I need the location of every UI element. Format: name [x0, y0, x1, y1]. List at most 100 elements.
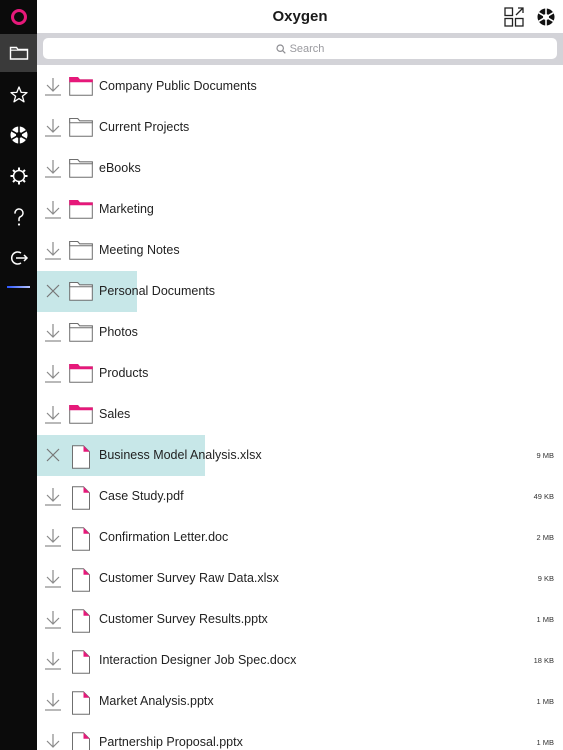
close-icon [46, 448, 60, 462]
file-size: 2 MB [536, 533, 554, 542]
folder-glyph [69, 241, 93, 260]
search-icon [275, 43, 286, 54]
file-size: 1 MB [536, 738, 554, 747]
file-row[interactable]: Customer Survey Raw Data.xlsx 9 KB [37, 558, 563, 599]
close-icon [46, 284, 60, 298]
download-arrow-icon [45, 611, 61, 629]
folder-row[interactable]: Company Public Documents [37, 66, 563, 107]
item-name: Personal Documents [99, 284, 216, 298]
item-name: Case Study.pdf [99, 489, 184, 503]
folder-row[interactable]: Personal Documents [37, 271, 563, 312]
file-row[interactable]: Partnership Proposal.pptx 1 MB [37, 722, 563, 750]
download-arrow-icon [45, 365, 61, 383]
document-glyph [72, 568, 90, 592]
folder-icon [69, 158, 93, 180]
sidebar-item-favorites[interactable] [0, 76, 37, 114]
download-button[interactable] [43, 609, 63, 629]
shared-folder-icon [69, 199, 93, 221]
item-name: Photos [99, 325, 138, 339]
sidebar-item-shutter[interactable] [0, 116, 37, 154]
download-button[interactable] [43, 732, 63, 750]
download-arrow-icon [45, 324, 61, 342]
download-button[interactable] [43, 322, 63, 342]
item-name: Business Model Analysis.xlsx [99, 448, 262, 462]
item-name: Confirmation Letter.doc [99, 530, 229, 544]
item-name: Company Public Documents [99, 79, 257, 93]
search-placeholder: Search [289, 42, 325, 55]
file-row[interactable]: Case Study.pdf 49 KB [37, 476, 563, 517]
folder-row[interactable]: Meeting Notes [37, 230, 563, 271]
item-name: eBooks [99, 161, 141, 175]
file-icon [69, 486, 93, 510]
sidebar-item-settings[interactable] [0, 157, 37, 195]
app-logo[interactable] [0, 0, 37, 34]
folder-row[interactable]: eBooks [37, 148, 563, 189]
folder-glyph [69, 118, 93, 137]
file-icon [69, 609, 93, 633]
folder-icon [69, 322, 93, 344]
folder-row[interactable]: Products [37, 353, 563, 394]
file-size: 1 MB [536, 697, 554, 706]
folder-row[interactable]: Sales [37, 394, 563, 435]
item-name: Interaction Designer Job Spec.docx [99, 653, 297, 667]
download-arrow-icon [45, 652, 61, 670]
item-name: Customer Survey Raw Data.xlsx [99, 571, 279, 585]
download-button[interactable] [43, 568, 63, 588]
cancel-download-button[interactable] [43, 445, 63, 465]
sidebar-item-sign-out[interactable] [0, 239, 37, 277]
download-button[interactable] [43, 117, 63, 137]
logout-icon [10, 251, 28, 265]
search-bar: Search [37, 33, 563, 65]
download-arrow-icon [45, 160, 61, 178]
download-button[interactable] [43, 363, 63, 383]
folder-row[interactable]: Photos [37, 312, 563, 353]
shared-folder-icon [69, 76, 93, 98]
download-arrow-icon [45, 693, 61, 711]
file-row[interactable]: Confirmation Letter.doc 2 MB [37, 517, 563, 558]
expand-grid-button[interactable] [503, 6, 525, 28]
download-arrow-icon [45, 570, 61, 588]
search-input[interactable]: Search [43, 38, 557, 59]
file-size: 9 MB [536, 451, 554, 460]
download-arrow-icon [45, 201, 61, 219]
file-row[interactable]: Interaction Designer Job Spec.docx 18 KB [37, 640, 563, 681]
cancel-download-button[interactable] [43, 281, 63, 301]
download-button[interactable] [43, 486, 63, 506]
folder-glyph [69, 405, 93, 424]
file-size: 18 KB [533, 656, 554, 665]
folder-row[interactable]: Current Projects [37, 107, 563, 148]
sidebar-item-folders[interactable] [0, 34, 37, 72]
file-row[interactable]: Market Analysis.pptx 1 MB [37, 681, 563, 722]
sidebar-item-help[interactable] [0, 198, 37, 236]
download-button[interactable] [43, 76, 63, 96]
download-arrow-icon [45, 119, 61, 137]
download-button[interactable] [43, 404, 63, 424]
file-size: 9 KB [537, 574, 554, 583]
download-button[interactable] [43, 158, 63, 178]
download-button[interactable] [43, 527, 63, 547]
shutter-button[interactable] [535, 6, 557, 28]
file-size: 49 KB [533, 492, 554, 501]
gear-icon [10, 167, 27, 185]
download-button[interactable] [43, 691, 63, 711]
file-icon [69, 527, 93, 551]
folder-glyph [69, 77, 93, 96]
star-icon [9, 86, 28, 103]
page-title: Oxygen [272, 8, 328, 25]
download-button[interactable] [43, 199, 63, 219]
folder-glyph [69, 364, 93, 383]
item-name: Meeting Notes [99, 243, 180, 257]
download-button[interactable] [43, 240, 63, 260]
file-icon [69, 568, 93, 592]
item-name: Marketing [99, 202, 154, 216]
file-row[interactable]: Business Model Analysis.xlsx 9 MB [37, 435, 563, 476]
aperture-icon [10, 126, 27, 144]
folder-row[interactable]: Marketing [37, 189, 563, 230]
download-button[interactable] [43, 650, 63, 670]
file-row[interactable]: Customer Survey Results.pptx 1 MB [37, 599, 563, 640]
document-glyph [72, 486, 90, 510]
download-arrow-icon [45, 488, 61, 506]
item-name: Current Projects [99, 120, 190, 134]
shared-folder-icon [69, 363, 93, 385]
download-arrow-icon [45, 529, 61, 547]
